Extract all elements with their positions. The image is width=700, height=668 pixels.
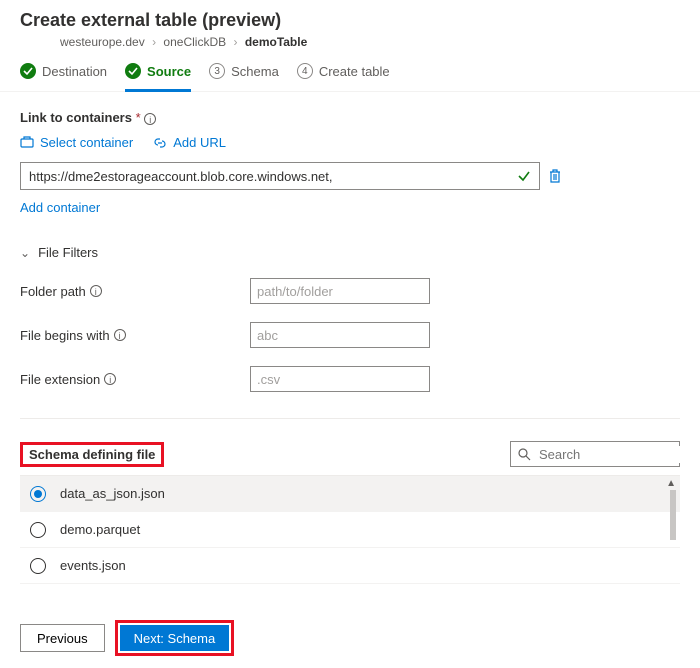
step-label: Create table	[319, 64, 390, 79]
step-label: Destination	[42, 64, 107, 79]
step-source[interactable]: Source	[125, 63, 191, 85]
file-radio[interactable]	[30, 486, 46, 502]
wizard-steps: Destination Source 3 Schema 4 Create tab…	[0, 63, 700, 92]
file-name: data_as_json.json	[60, 486, 165, 501]
folder-path-input[interactable]	[250, 278, 430, 304]
chevron-down-icon: ⌄	[20, 246, 30, 260]
file-row[interactable]: events.json	[20, 548, 680, 584]
add-container-link[interactable]: Add container	[20, 200, 100, 215]
file-name: demo.parquet	[60, 522, 140, 537]
chevron-right-icon: ›	[152, 35, 156, 49]
container-url-input[interactable]: https://dme2estorageaccount.blob.core.wi…	[20, 162, 540, 190]
next-schema-button[interactable]: Next: Schema	[120, 625, 230, 651]
file-row[interactable]: demo.parquet	[20, 512, 680, 548]
scrollbar[interactable]	[670, 490, 676, 540]
breadcrumb-item[interactable]: oneClickDB	[163, 35, 226, 49]
section-label-link-containers: Link to containers	[20, 110, 132, 125]
file-row[interactable]: data_as_json.json	[20, 476, 680, 512]
file-search[interactable]	[510, 441, 680, 467]
breadcrumb: westeurope.dev › oneClickDB › demoTable	[60, 35, 680, 49]
container-url-value: https://dme2estorageaccount.blob.core.wi…	[29, 169, 517, 184]
folder-path-label: Folder path	[20, 284, 86, 299]
file-search-input[interactable]	[537, 446, 700, 463]
search-icon	[517, 447, 531, 461]
check-icon	[517, 169, 531, 183]
file-name: events.json	[60, 558, 126, 573]
file-extension-label: File extension	[20, 372, 100, 387]
schema-defining-file-label: Schema defining file	[29, 447, 155, 462]
container-icon	[20, 136, 34, 150]
schema-file-list: ▲ data_as_json.json demo.parquet events.…	[20, 475, 680, 584]
breadcrumb-item: demoTable	[245, 35, 307, 49]
chevron-right-icon: ›	[233, 35, 237, 49]
info-icon[interactable]: i	[104, 373, 116, 385]
info-icon[interactable]: i	[144, 113, 156, 125]
breadcrumb-item[interactable]: westeurope.dev	[60, 35, 145, 49]
check-icon	[125, 63, 141, 79]
file-filters-toggle[interactable]: ⌄ File Filters	[20, 245, 680, 260]
step-label: Schema	[231, 64, 279, 79]
file-begins-with-label: File begins with	[20, 328, 110, 343]
step-create-table[interactable]: 4 Create table	[297, 63, 390, 85]
step-number: 4	[297, 63, 313, 79]
schema-defining-file-highlight: Schema defining file	[20, 442, 164, 467]
page-title: Create external table (preview)	[20, 10, 680, 31]
step-destination[interactable]: Destination	[20, 63, 107, 85]
link-icon	[153, 136, 167, 150]
info-icon[interactable]: i	[114, 329, 126, 341]
scroll-up-icon[interactable]: ▲	[666, 478, 676, 489]
next-button-highlight: Next: Schema	[115, 620, 235, 656]
required-marker: *	[136, 110, 141, 125]
delete-container-button[interactable]	[548, 168, 562, 184]
step-label: Source	[147, 64, 191, 79]
file-radio[interactable]	[30, 522, 46, 538]
file-begins-with-input[interactable]	[250, 322, 430, 348]
add-url-label: Add URL	[173, 135, 226, 150]
file-radio[interactable]	[30, 558, 46, 574]
file-filters-title: File Filters	[38, 245, 98, 260]
info-icon[interactable]: i	[90, 285, 102, 297]
step-schema[interactable]: 3 Schema	[209, 63, 279, 85]
file-extension-input[interactable]	[250, 366, 430, 392]
add-url-button[interactable]: Add URL	[153, 135, 226, 150]
check-icon	[20, 63, 36, 79]
previous-button[interactable]: Previous	[20, 624, 105, 652]
step-number: 3	[209, 63, 225, 79]
select-container-label: Select container	[40, 135, 133, 150]
select-container-button[interactable]: Select container	[20, 135, 133, 150]
